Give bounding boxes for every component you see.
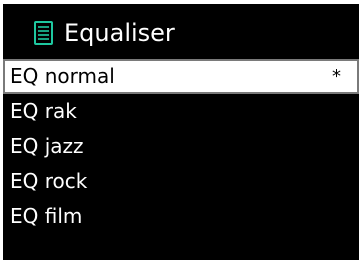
menu-item-eq-jazz[interactable]: EQ jazz	[3, 129, 359, 164]
header: Equaliser	[3, 4, 359, 59]
menu-item-eq-rock[interactable]: EQ rock	[3, 164, 359, 199]
list-icon	[34, 21, 53, 45]
menu-item-eq-normal[interactable]: EQ normal *	[3, 59, 359, 94]
page-title: Equaliser	[64, 19, 175, 47]
menu-item-label: EQ rock	[10, 169, 88, 193]
menu-item-eq-film[interactable]: EQ film	[3, 199, 359, 234]
menu-item-eq-rak[interactable]: EQ rak	[3, 94, 359, 129]
equaliser-menu: EQ normal * EQ rak EQ jazz EQ rock EQ fi…	[3, 59, 359, 234]
menu-item-label: EQ film	[10, 204, 83, 228]
current-setting-marker: *	[332, 66, 341, 87]
menu-item-label: EQ rak	[10, 99, 77, 123]
menu-item-label: EQ jazz	[10, 134, 84, 158]
menu-item-label: EQ normal	[10, 64, 115, 88]
radio-display: Equaliser EQ normal * EQ rak EQ jazz EQ …	[3, 4, 359, 260]
